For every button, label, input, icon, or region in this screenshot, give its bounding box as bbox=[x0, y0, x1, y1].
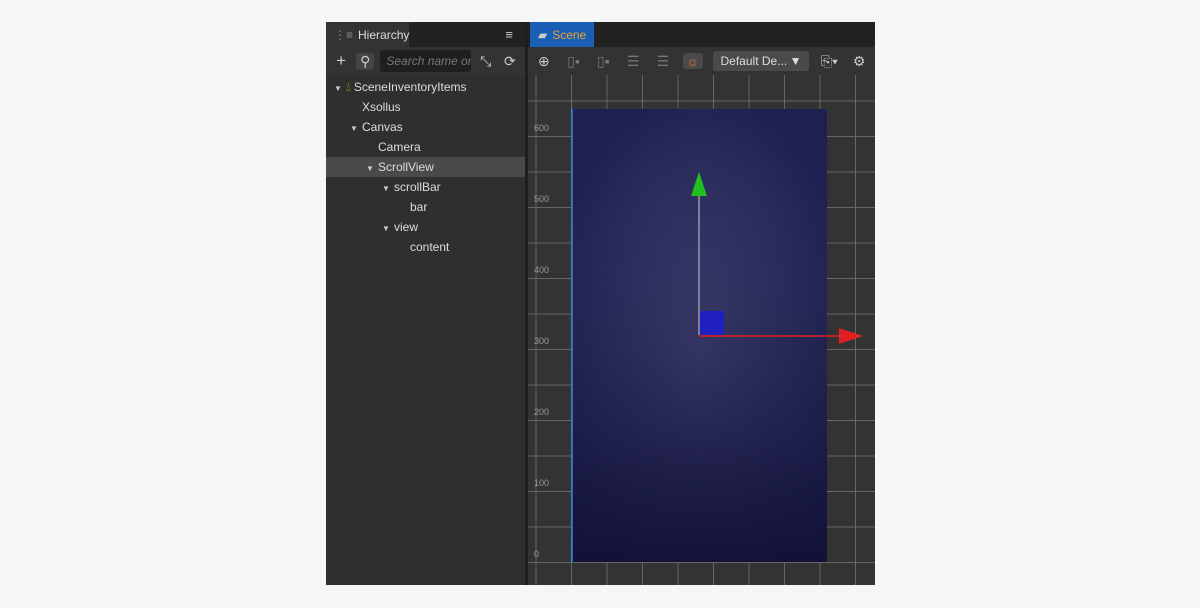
tree-item-label: view bbox=[394, 220, 419, 234]
ruler-label: 400 bbox=[534, 265, 549, 275]
tree-item[interactable]: ▼ ScrollView bbox=[326, 157, 525, 177]
editor: ⋮≡Hierarchy ≡ + ⚲ Search name or uuid ⤡ … bbox=[326, 22, 875, 585]
ruler-label: 500 bbox=[534, 194, 549, 204]
align-left-icon[interactable]: ▯▪ bbox=[594, 53, 614, 70]
expand-arrow-icon[interactable]: ▼ bbox=[350, 119, 362, 139]
scene-panel: ▰ Scene ⊕ ▯▪ ▯▪ ☰ ☰ ☼ Default De... ▼ ⎘▾ ⚙… bbox=[528, 22, 875, 585]
distribute-h-icon[interactable]: ☰ bbox=[653, 53, 673, 70]
refresh-icon[interactable]: ⟳ bbox=[501, 53, 519, 70]
scene-viewport[interactable]: 600 500 400 300 200 100 0 bbox=[528, 75, 875, 585]
tree-item-label: Canvas bbox=[362, 120, 403, 134]
ruler-label: 0 bbox=[534, 549, 539, 559]
tree-item[interactable]: Xsollus bbox=[326, 97, 525, 117]
tree-item-label: bar bbox=[410, 200, 428, 214]
tree-item-label: ScrollView bbox=[378, 160, 434, 174]
tree-item-label: Camera bbox=[378, 140, 421, 154]
device-label: Default De... bbox=[720, 54, 788, 68]
ruler-label: 300 bbox=[534, 336, 549, 346]
dropdown-icon: ▼ bbox=[789, 54, 802, 68]
tree-item-label: SceneInventoryItems bbox=[353, 80, 467, 94]
expand-arrow-icon[interactable]: ▼ bbox=[334, 79, 346, 99]
hierarchy-icon: ⋮≡ bbox=[334, 27, 354, 42]
ruler-label: 600 bbox=[534, 123, 549, 133]
device-select[interactable]: Default De... ▼ bbox=[712, 51, 810, 71]
tab-label: Hierarchy bbox=[358, 27, 410, 42]
align-top-icon[interactable]: ▯▪ bbox=[564, 53, 584, 70]
tree-item[interactable]: ▼ view bbox=[326, 217, 525, 237]
camera-icon[interactable]: ⎘▾ bbox=[819, 53, 839, 70]
tree-item-label: Xsollus bbox=[362, 100, 401, 114]
tree-item-label: content bbox=[410, 240, 450, 254]
scene-svg[interactable]: 600 500 400 300 200 100 0 bbox=[528, 75, 875, 585]
search-input[interactable]: Search name or uuid bbox=[380, 50, 471, 72]
flame-icon: 💧︎ bbox=[346, 80, 351, 94]
light-icon[interactable]: ☼ bbox=[682, 53, 703, 69]
expand-arrow-icon[interactable]: ▼ bbox=[366, 159, 378, 179]
expand-arrow-icon[interactable]: ▼ bbox=[382, 179, 394, 199]
tree-item-label: scrollBar bbox=[394, 180, 441, 194]
tree-item[interactable]: bar bbox=[326, 197, 525, 217]
tab-scene[interactable]: ▰ Scene bbox=[530, 22, 595, 47]
tree: ▼ 💧︎ SceneInventoryItems Xsollus ▼ Canvas Came… bbox=[326, 75, 525, 257]
gear-icon[interactable]: ⚙ bbox=[849, 53, 869, 70]
scene-icon: ▰ bbox=[538, 27, 548, 42]
ruler-label: 100 bbox=[534, 478, 549, 488]
distribute-v-icon[interactable]: ☰ bbox=[623, 53, 643, 70]
collapse-icon[interactable]: ⤡ bbox=[477, 53, 495, 70]
zoom-icon[interactable]: ⊕ bbox=[534, 53, 554, 70]
menu-icon[interactable]: ≡ bbox=[505, 27, 513, 42]
tree-item[interactable]: content bbox=[326, 237, 525, 257]
add-icon[interactable]: + bbox=[332, 51, 350, 71]
tab-label: Scene bbox=[552, 27, 587, 42]
tree-item[interactable]: ▼ scrollBar bbox=[326, 177, 525, 197]
tab-hierarchy[interactable]: ⋮≡ Hierarchy bbox=[326, 22, 409, 47]
tree-item[interactable]: Camera bbox=[326, 137, 525, 157]
tree-item[interactable]: ▼ Canvas bbox=[326, 117, 525, 137]
tree-item[interactable]: ▼ 💧︎ SceneInventoryItems bbox=[326, 77, 525, 97]
ruler-label: 200 bbox=[534, 407, 549, 417]
hierarchy-panel: ⋮≡Hierarchy ≡ + ⚲ Search name or uuid ⤡ … bbox=[326, 22, 525, 585]
x-arrow-handle[interactable] bbox=[839, 328, 863, 344]
move-handle[interactable] bbox=[700, 311, 724, 335]
search-filter-icon[interactable]: ⚲ bbox=[356, 52, 375, 70]
expand-arrow-icon[interactable]: ▼ bbox=[382, 219, 394, 239]
